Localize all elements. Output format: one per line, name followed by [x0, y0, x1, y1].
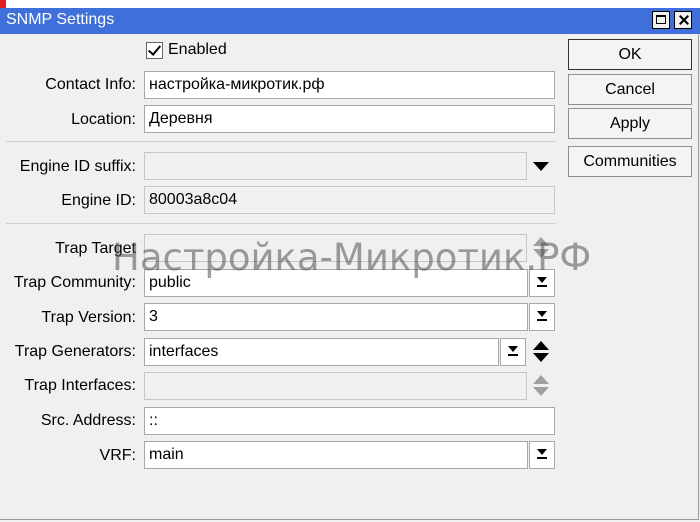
trap-interfaces-updown-icon[interactable]: [533, 375, 549, 397]
vrf-input[interactable]: main: [144, 441, 528, 469]
location-label: Location:: [71, 111, 136, 128]
communities-button[interactable]: Communities: [568, 146, 692, 177]
contact-info-input[interactable]: настройка-микротик.рф: [144, 71, 555, 99]
trap-target-updown-icon[interactable]: [533, 237, 549, 259]
vrf-label: VRF:: [99, 447, 136, 464]
ok-button[interactable]: OK: [568, 39, 692, 70]
vrf-dropdown-icon[interactable]: [529, 441, 555, 469]
expand-arrow-icon[interactable]: [533, 162, 549, 171]
trap-community-dropdown-icon[interactable]: [529, 269, 555, 297]
separator: [6, 223, 556, 224]
engine-id-label: Engine ID:: [61, 192, 136, 209]
trap-target-input[interactable]: [144, 234, 527, 262]
close-icon[interactable]: [674, 11, 692, 29]
title-bar[interactable]: SNMP Settings: [0, 8, 700, 34]
trap-interfaces-label: Trap Interfaces:: [24, 377, 136, 394]
separator: [6, 141, 556, 142]
trap-interfaces-input[interactable]: [144, 372, 527, 400]
trap-generators-input[interactable]: interfaces: [144, 338, 499, 366]
trap-generators-updown-icon[interactable]: [533, 341, 549, 363]
background-fragment: [0, 0, 6, 8]
window-title: SNMP Settings: [6, 11, 115, 28]
snmp-settings-dialog: Enabled Contact Info: настройка-микротик…: [0, 34, 699, 520]
engine-id-suffix-input[interactable]: [144, 152, 527, 180]
apply-button[interactable]: Apply: [568, 108, 692, 139]
trap-generators-label: Trap Generators:: [14, 343, 136, 360]
enabled-checkbox[interactable]: [146, 42, 163, 59]
src-address-input[interactable]: ::: [144, 407, 555, 435]
contact-info-label: Contact Info:: [45, 76, 136, 93]
engine-id-suffix-label: Engine ID suffix:: [19, 158, 136, 175]
trap-version-label: Trap Version:: [41, 309, 136, 326]
engine-id-value: 80003a8c04: [144, 186, 555, 214]
src-address-label: Src. Address:: [40, 412, 136, 429]
location-input[interactable]: Деревня: [144, 105, 555, 133]
trap-target-label: Trap Target: [55, 240, 136, 257]
trap-version-dropdown-icon[interactable]: [529, 303, 555, 331]
enabled-label: Enabled: [168, 41, 227, 58]
trap-community-input[interactable]: public: [144, 269, 528, 297]
cancel-button[interactable]: Cancel: [568, 74, 692, 105]
maximize-icon[interactable]: [652, 11, 670, 29]
trap-generators-dropdown-icon[interactable]: [500, 338, 526, 366]
trap-community-label: Trap Community:: [13, 274, 136, 291]
background-strip: [0, 0, 700, 8]
trap-version-input[interactable]: 3: [144, 303, 528, 331]
